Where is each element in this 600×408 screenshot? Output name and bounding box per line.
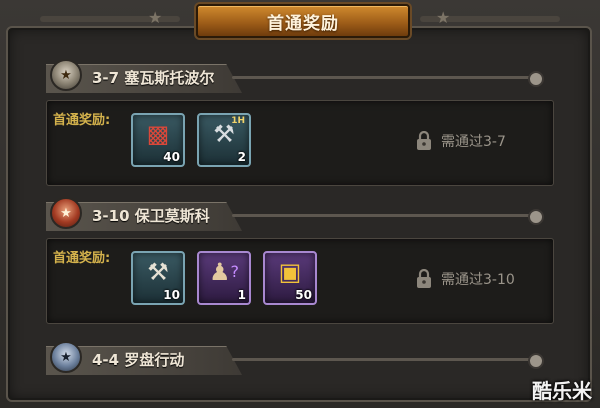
stage-title: 3-10 保卫莫斯科 xyxy=(92,207,210,225)
reward-item[interactable]: 1H ⚒ 2 xyxy=(197,113,251,167)
book-icon: ▩ xyxy=(146,120,170,148)
reward-panel: 首通奖励: ⚒ 10 ♟? 1 ▣ 50 需通过3-10 xyxy=(46,238,554,324)
stage-medal-icon: ★ xyxy=(50,197,82,229)
reward-window: ★ ★ 首通奖励 ★ 3-7 塞瓦斯托波尔 首通奖励: ▩ 40 1H ⚒ 2 xyxy=(0,0,600,408)
item-count: 10 xyxy=(163,288,180,302)
stage-divider-knob xyxy=(528,209,544,225)
reward-label: 首通奖励: xyxy=(53,113,111,128)
lock-icon xyxy=(417,269,431,288)
stage-title: 3-7 塞瓦斯托波尔 xyxy=(92,69,215,87)
item-count: 40 xyxy=(163,150,180,164)
blueprint-hammer-icon: ⚒ xyxy=(147,258,169,286)
reward-label: 首通奖励: xyxy=(53,251,111,266)
star-ornament-icon: ★ xyxy=(148,8,163,27)
stage-header: ★ 4-4 罗盘行动 xyxy=(42,341,556,375)
stage-title: 4-4 罗盘行动 xyxy=(92,351,185,369)
stage-medal-icon: ★ xyxy=(50,59,82,91)
stage-divider-knob xyxy=(528,71,544,87)
item-count: 1 xyxy=(237,288,246,302)
stage-header: ★ 3-7 塞瓦斯托波尔 xyxy=(42,59,556,93)
stage-divider xyxy=(232,76,534,79)
stage-header: ★ 3-10 保卫莫斯科 xyxy=(42,197,556,231)
reward-item[interactable]: ♟? 1 xyxy=(197,251,251,305)
reward-panel: 首通奖励: ▩ 40 1H ⚒ 2 需通过3-7 xyxy=(46,100,554,186)
reward-item[interactable]: ▣ 50 xyxy=(263,251,317,305)
stage-medal-icon: ★ xyxy=(50,341,82,373)
watermark: 酷乐米 xyxy=(532,379,592,403)
officer-mystery-icon: ♟? xyxy=(208,258,239,286)
stage-divider xyxy=(232,358,534,361)
gold-bars-icon: ▣ xyxy=(278,258,302,286)
reward-item[interactable]: ▩ 40 xyxy=(131,113,185,167)
stage-divider xyxy=(232,214,534,217)
requirement-text: 需通过3-7 xyxy=(441,134,506,150)
reward-item[interactable]: ⚒ 10 xyxy=(131,251,185,305)
stage-divider-knob xyxy=(528,353,544,369)
window-title: 首通奖励 xyxy=(196,4,410,38)
requirement-text: 需通过3-10 xyxy=(441,272,515,288)
lock-icon xyxy=(417,131,431,150)
pickaxe-icon: ⚒ xyxy=(213,120,235,148)
item-count: 2 xyxy=(237,150,246,164)
item-count: 50 xyxy=(295,288,312,302)
star-ornament-icon: ★ xyxy=(436,8,451,27)
